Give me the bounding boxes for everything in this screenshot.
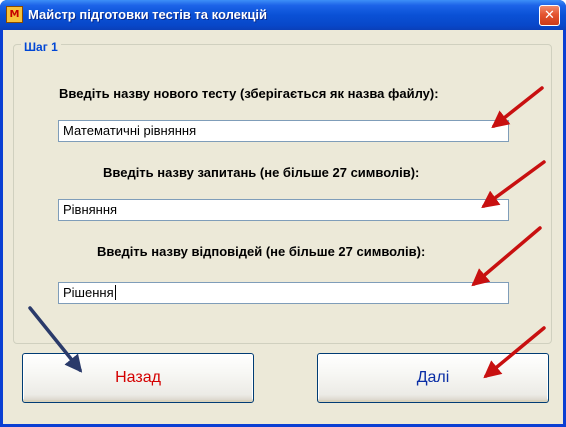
back-button[interactable]: Назад — [22, 353, 254, 403]
title-bar[interactable]: M Майстр підготовки тестів та колекцій ✕ — [0, 0, 566, 30]
test-name-label: Введіть назву нового тесту (зберігається… — [59, 86, 439, 101]
text-caret — [114, 285, 116, 300]
app-icon: M — [6, 6, 23, 23]
wizard-window: M Майстр підготовки тестів та колекцій ✕… — [0, 0, 566, 427]
questions-label: Введіть назву запитань (не більше 27 сим… — [103, 165, 420, 180]
answers-input[interactable]: Рішення — [58, 282, 509, 304]
answers-input-value: Рішення — [63, 285, 114, 300]
answers-label: Введіть назву відповідей (не більше 27 с… — [97, 244, 426, 259]
step-legend: Шаг 1 — [21, 40, 61, 54]
test-name-input[interactable]: Математичні рівняння — [58, 120, 509, 142]
questions-input[interactable]: Рівняння — [58, 199, 509, 221]
window-title: Майстр підготовки тестів та колекцій — [28, 7, 267, 22]
next-button[interactable]: Далі — [317, 353, 549, 403]
close-icon[interactable]: ✕ — [539, 5, 560, 26]
wizard-client-area: Шаг 1 Введіть назву нового тесту (зберіг… — [3, 30, 563, 424]
